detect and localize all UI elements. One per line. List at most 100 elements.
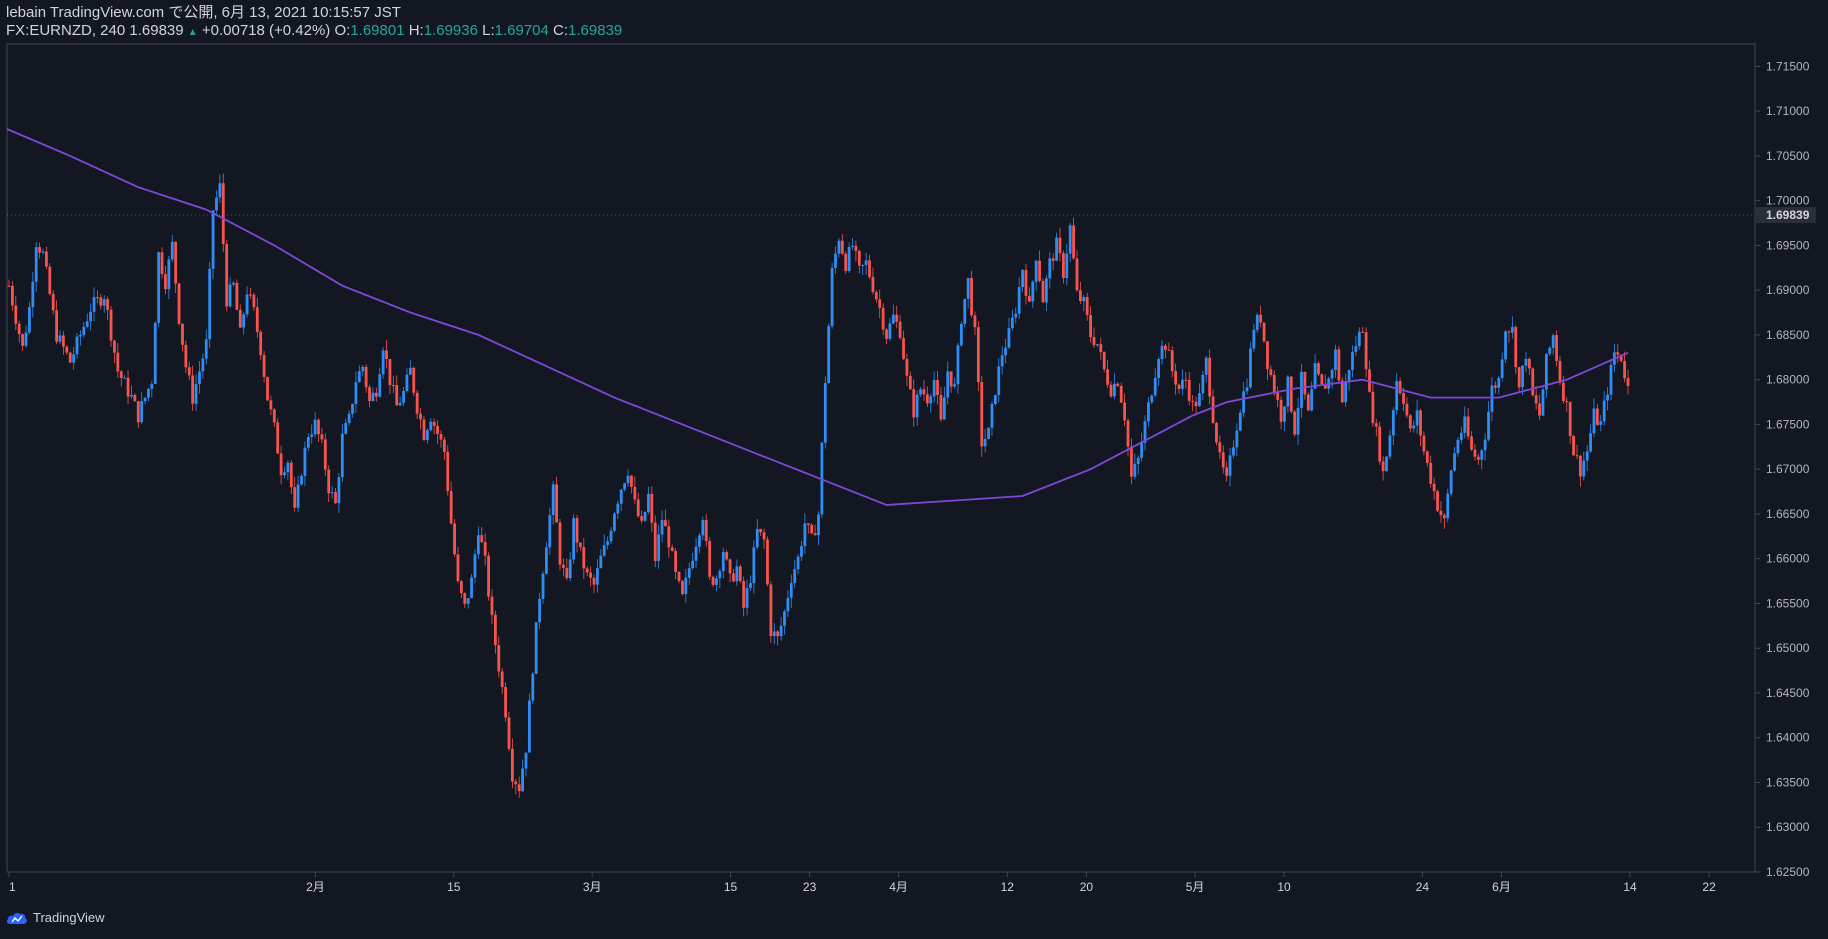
candle-up	[1599, 421, 1603, 425]
candle-up	[58, 335, 62, 342]
candle-down	[806, 523, 810, 525]
candle-up	[800, 546, 803, 557]
candle-up	[1330, 369, 1334, 379]
candle-down	[96, 297, 99, 299]
candle-up	[538, 598, 541, 623]
y-tick-label: 1.66500	[1766, 507, 1810, 521]
candle-down	[902, 338, 905, 359]
candle-down	[1126, 420, 1130, 447]
candle-down	[840, 240, 844, 254]
price-axis[interactable]: 1.71500 1.71000 1.70500 1.70000 1.69500 1.690…	[1755, 59, 1810, 879]
candle-down	[1575, 455, 1579, 457]
candle-up	[89, 311, 93, 322]
candle-up	[340, 433, 344, 478]
x-tick-label: 14	[1623, 880, 1637, 894]
candle-up	[405, 374, 409, 392]
candle-down	[1371, 391, 1375, 424]
candle-down	[48, 266, 52, 294]
x-tick-label: 22	[1702, 880, 1716, 894]
candle-down	[711, 576, 715, 585]
candle-down	[1565, 401, 1569, 403]
candle-down	[177, 283, 181, 324]
candlestick-chart[interactable]: 1.71500 1.71000 1.70500 1.70000 1.69500 1.690…	[0, 0, 1828, 939]
time-axis[interactable]: 1 2月 15 3月 15 23 4月 12 20 5月 10 24 6月 14 22	[8, 872, 1716, 894]
candle-up	[789, 583, 793, 598]
candle-up	[602, 545, 606, 556]
candle-down	[289, 462, 293, 488]
candle-down	[1623, 361, 1626, 379]
candle-down	[558, 522, 562, 565]
candle-up	[300, 475, 303, 485]
candle-up	[1255, 314, 1259, 330]
candle-down	[1027, 295, 1031, 302]
y-tick-label: 1.63500	[1766, 775, 1810, 789]
candle-down	[1167, 349, 1171, 351]
candle-up	[953, 384, 956, 387]
candle-down	[1221, 452, 1225, 468]
candle-down	[728, 559, 732, 574]
candle-down	[871, 276, 875, 293]
candle-up	[929, 396, 933, 404]
candle-up	[1147, 402, 1150, 422]
candle-up	[1606, 394, 1609, 401]
candle-down	[976, 327, 980, 383]
candle-up	[82, 326, 86, 335]
candle-up	[1357, 331, 1361, 347]
x-tick-label: 23	[803, 880, 817, 894]
candle-up	[85, 321, 89, 327]
candle-up	[204, 339, 208, 359]
candle-up	[752, 547, 756, 584]
candle-up	[613, 513, 616, 531]
candle-up	[41, 251, 45, 253]
candle-down	[732, 573, 735, 582]
candle-down	[106, 299, 110, 310]
candle-up	[283, 472, 286, 476]
candle-up	[466, 597, 470, 604]
candle-down	[1041, 280, 1045, 303]
candle-up	[143, 397, 147, 402]
candle-down	[17, 323, 21, 335]
candle-up	[1351, 352, 1354, 371]
candle-down	[844, 253, 848, 271]
candle-up	[1551, 335, 1555, 348]
candle-up	[1589, 433, 1592, 452]
candle-up	[834, 253, 837, 268]
candle-up	[544, 547, 548, 574]
candle-down	[653, 522, 657, 562]
candle-up	[796, 556, 800, 570]
tradingview-logo[interactable]: TradingView	[6, 910, 105, 925]
candle-down	[1289, 376, 1293, 412]
candle-down	[1429, 462, 1433, 484]
candle-down	[1402, 393, 1405, 404]
candle-down	[759, 528, 763, 533]
candle-up	[715, 578, 718, 585]
candle-down	[442, 439, 446, 452]
candle-up	[381, 350, 385, 375]
y-tick-label: 1.69000	[1766, 283, 1810, 297]
candle-down	[575, 518, 579, 543]
candle-down	[1116, 383, 1120, 386]
candle-down	[456, 554, 460, 582]
last-price-tag: 1.69839	[1756, 207, 1816, 224]
candle-down	[500, 671, 504, 688]
candle-down	[1194, 401, 1198, 407]
candle-down	[1595, 408, 1599, 425]
candle-down	[936, 380, 939, 396]
candle-up	[1582, 460, 1586, 477]
candle-down	[1436, 491, 1439, 511]
candle-up	[130, 394, 133, 397]
candle-up	[102, 299, 106, 306]
candle-down	[1364, 332, 1368, 370]
candle-down	[585, 568, 589, 573]
candle-up	[1160, 345, 1164, 360]
candle-down	[1374, 423, 1378, 427]
candle-down	[191, 375, 195, 404]
candle-down	[640, 516, 644, 521]
candle-down	[874, 292, 878, 300]
candle-down	[1561, 382, 1565, 402]
candle-down	[517, 784, 521, 792]
candle-down	[249, 294, 252, 296]
candle-down	[1279, 399, 1283, 422]
candle-up	[572, 518, 576, 560]
candle-down	[334, 492, 337, 504]
